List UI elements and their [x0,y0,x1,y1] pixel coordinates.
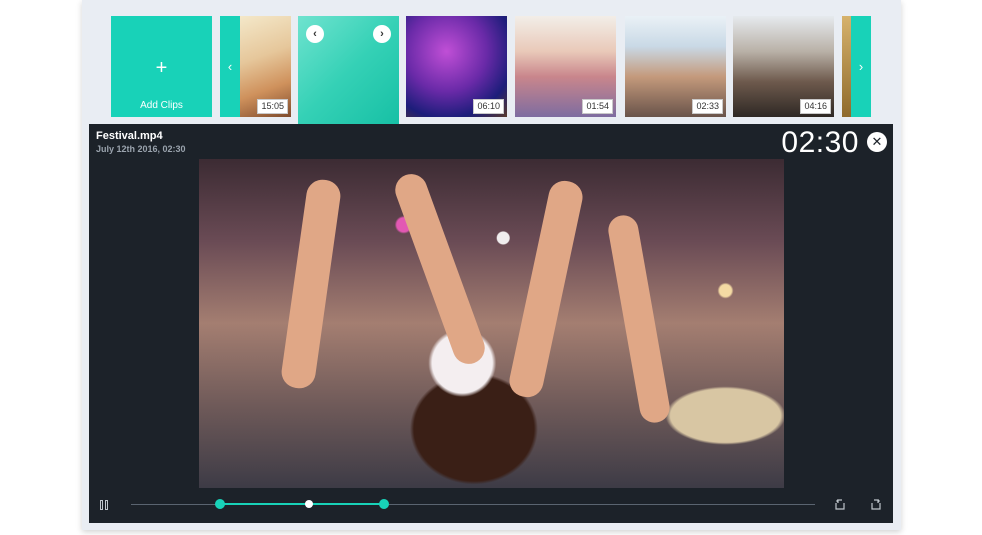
clip-thumbnail-selected[interactable]: ‹ › [298,16,399,124]
clip-thumbnail-4[interactable]: 01:54 [515,16,616,117]
rotate-left-icon[interactable] [833,497,847,511]
clip-duration: 06:10 [473,99,504,114]
clip-duration: 02:33 [692,99,723,114]
plus-icon: + [155,57,168,79]
clip-thumbnail-5[interactable]: 02:33 [625,16,726,117]
playback-controls [89,493,893,517]
clip-thumbnail-1[interactable]: 15:05 [240,16,291,117]
chevron-right-icon: › [858,59,864,74]
strip-scroll-left-button[interactable]: ‹ [220,16,240,117]
trim-start-handle[interactable] [214,499,225,509]
clip-duration: 04:16 [800,99,831,114]
add-clips-label: Add Clips [140,100,183,111]
close-button[interactable]: ✕ [867,132,887,152]
timer-readout: 02:30 [781,126,859,159]
file-name: Festival.mp4 [96,130,163,142]
clip-thumbnail-7[interactable] [842,16,851,117]
add-clips-button[interactable]: + Add Clips [111,16,212,117]
strip-scroll-right-button[interactable]: › [851,16,871,117]
trim-end-handle[interactable] [379,499,390,509]
chevron-left-icon: ‹ [227,59,233,74]
playhead-handle[interactable] [304,500,313,508]
clip-thumbnail-3[interactable]: 06:10 [406,16,507,117]
file-date: July 12th 2016, 02:30 [96,144,186,154]
chevron-right-icon[interactable]: › [373,25,391,43]
rotate-right-icon[interactable] [869,497,883,511]
video-content [506,177,586,401]
video-content [605,212,673,426]
video-frame[interactable] [199,159,784,488]
video-content [390,169,490,369]
clip-duration: 15:05 [257,99,288,114]
close-icon: ✕ [871,134,883,149]
video-content [279,177,343,391]
video-player: Festival.mp4 July 12th 2016, 02:30 02:30… [89,124,893,523]
clip-thumbnail-6[interactable]: 04:16 [733,16,834,117]
chevron-left-icon[interactable]: ‹ [306,25,324,43]
clip-duration: 01:54 [582,99,613,114]
pause-icon[interactable] [99,500,111,511]
timeline-selection [219,503,385,505]
